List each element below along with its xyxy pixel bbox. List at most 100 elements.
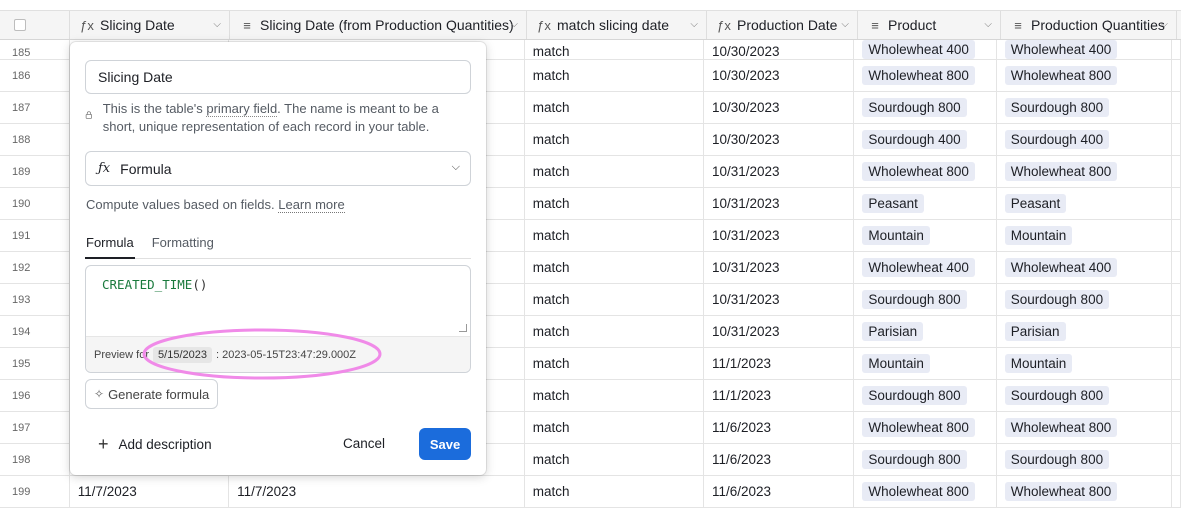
linked-record-pill[interactable]: Wholewheat 800 xyxy=(862,162,975,181)
row-number[interactable]: 192 xyxy=(0,252,70,283)
cell-overflow[interactable] xyxy=(1172,220,1181,251)
cell-overflow[interactable] xyxy=(1172,60,1181,91)
cell-match-slicing-date[interactable]: match xyxy=(525,188,704,219)
cell-overflow[interactable] xyxy=(1172,476,1181,507)
cell-production-quantities[interactable]: Wholewheat 800 xyxy=(997,60,1172,91)
cell-production-quantities[interactable]: Sourdough 800 xyxy=(997,284,1172,315)
cell-production-quantities[interactable]: Peasant xyxy=(997,188,1172,219)
linked-record-pill[interactable]: Mountain xyxy=(1004,226,1073,245)
linked-record-pill[interactable]: Mountain xyxy=(862,354,930,373)
cell-product[interactable]: Sourdough 800 xyxy=(854,380,997,411)
cell-product[interactable]: Mountain xyxy=(854,348,997,379)
chevron-down-icon[interactable]: ⌵ xyxy=(690,19,698,30)
row-number[interactable]: 188 xyxy=(0,124,70,155)
chevron-down-icon[interactable]: ⌵ xyxy=(213,19,221,30)
row-number[interactable]: 191 xyxy=(0,220,70,251)
cell-production-date[interactable]: 11/6/2023 xyxy=(704,476,855,507)
cell-product[interactable]: Wholewheat 400 xyxy=(854,40,997,59)
chevron-down-icon[interactable]: ⌵ xyxy=(841,19,849,30)
linked-record-pill[interactable]: Wholewheat 800 xyxy=(862,66,975,85)
formula-editor[interactable]: CREATED_TIME() Preview for 5/15/2023 : 2… xyxy=(85,265,471,373)
cell-match-slicing-date[interactable]: match xyxy=(525,476,704,507)
cell-product[interactable]: Wholewheat 800 xyxy=(854,156,997,187)
cell-production-quantities[interactable]: Wholewheat 400 xyxy=(997,252,1172,283)
row-number[interactable]: 187 xyxy=(0,92,70,123)
cell-product[interactable]: Wholewheat 400 xyxy=(854,252,997,283)
learn-more-link[interactable]: Learn more xyxy=(278,197,345,213)
cell-overflow[interactable] xyxy=(1172,348,1181,379)
column-header-slicing-date[interactable]: ƒx Slicing Date ⌵ xyxy=(70,11,230,39)
row-number[interactable]: 189 xyxy=(0,156,70,187)
cell-overflow[interactable] xyxy=(1172,188,1181,219)
row-number[interactable]: 194 xyxy=(0,316,70,347)
cell-product[interactable]: Parisian xyxy=(854,316,997,347)
resize-handle[interactable] xyxy=(459,324,467,332)
cell-production-quantities[interactable]: Mountain xyxy=(997,348,1172,379)
cell-match-slicing-date[interactable]: match xyxy=(525,380,704,411)
row-number[interactable]: 195 xyxy=(0,348,70,379)
linked-record-pill[interactable]: Sourdough 800 xyxy=(1004,450,1110,469)
cell-overflow[interactable] xyxy=(1172,252,1181,283)
cell-match-slicing-date[interactable]: match xyxy=(525,92,704,123)
tab-formatting[interactable]: Formatting xyxy=(151,235,215,259)
chevron-down-icon[interactable]: ⌵ xyxy=(1160,19,1168,30)
linked-record-pill[interactable]: Sourdough 400 xyxy=(862,130,967,149)
cell-match-slicing-date[interactable]: match xyxy=(525,156,704,187)
column-header-production-quantities[interactable]: ≡ Production Quantities ⌵ xyxy=(1001,11,1177,39)
cell-production-quantities[interactable]: Wholewheat 800 xyxy=(997,412,1172,443)
cell-product[interactable]: Sourdough 400 xyxy=(854,124,997,155)
cell-product[interactable]: Sourdough 800 xyxy=(854,92,997,123)
cell-production-quantities[interactable]: Sourdough 400 xyxy=(997,124,1172,155)
cell-overflow[interactable] xyxy=(1172,316,1181,347)
linked-record-pill[interactable]: Mountain xyxy=(1004,354,1073,373)
cancel-button[interactable]: Cancel xyxy=(343,436,385,451)
cell-production-date[interactable]: 10/31/2023 xyxy=(704,220,855,251)
select-all-checkbox[interactable] xyxy=(14,19,26,31)
cell-product[interactable]: Wholewheat 800 xyxy=(854,476,997,507)
linked-record-pill[interactable]: Wholewheat 800 xyxy=(862,418,975,437)
cell-production-date[interactable]: 10/30/2023 xyxy=(704,60,855,91)
cell-production-quantities[interactable]: Sourdough 800 xyxy=(997,92,1172,123)
cell-production-date[interactable]: 11/1/2023 xyxy=(704,380,855,411)
field-name-input[interactable]: Slicing Date xyxy=(85,60,471,94)
save-button[interactable]: Save xyxy=(419,428,471,460)
cell-product[interactable]: Sourdough 800 xyxy=(854,444,997,475)
linked-record-pill[interactable]: Peasant xyxy=(862,194,924,213)
row-number[interactable]: 198 xyxy=(0,444,70,475)
linked-record-pill[interactable]: Parisian xyxy=(1004,322,1066,341)
linked-record-pill[interactable]: Sourdough 800 xyxy=(862,290,967,309)
cell-match-slicing-date[interactable]: match xyxy=(525,40,704,59)
cell-slicing-date[interactable]: 11/7/2023 xyxy=(70,476,230,507)
row-number[interactable]: 185 xyxy=(0,40,70,59)
cell-production-date[interactable]: 10/30/2023 xyxy=(704,92,855,123)
linked-record-pill[interactable]: Wholewheat 800 xyxy=(1004,162,1118,181)
primary-field-link[interactable]: primary field xyxy=(206,101,278,117)
cell-production-date[interactable]: 11/6/2023 xyxy=(704,412,855,443)
cell-production-quantities[interactable]: Wholewheat 800 xyxy=(997,476,1172,507)
cell-match-slicing-date[interactable]: match xyxy=(525,60,704,91)
linked-record-pill[interactable]: Sourdough 800 xyxy=(862,450,967,469)
cell-production-quantities[interactable]: Sourdough 800 xyxy=(997,444,1172,475)
cell-production-date[interactable]: 10/31/2023 xyxy=(704,156,855,187)
linked-record-pill[interactable]: Sourdough 800 xyxy=(862,98,967,117)
field-type-select[interactable]: ƒx Formula ⌵ xyxy=(85,151,471,186)
cell-overflow[interactable] xyxy=(1172,444,1181,475)
cell-production-date[interactable]: 10/30/2023 xyxy=(704,124,855,155)
linked-record-pill[interactable]: Wholewheat 400 xyxy=(862,40,975,59)
formula-code[interactable]: CREATED_TIME() xyxy=(102,277,207,292)
cell-match-slicing-date[interactable]: match xyxy=(525,444,704,475)
row-number[interactable]: 199 xyxy=(0,476,70,507)
linked-record-pill[interactable]: Wholewheat 800 xyxy=(1004,482,1118,501)
cell-overflow[interactable] xyxy=(1172,284,1181,315)
cell-match-slicing-date[interactable]: match xyxy=(525,284,704,315)
cell-production-date[interactable]: 10/31/2023 xyxy=(704,316,855,347)
column-header-match-slicing-date[interactable]: ƒx match slicing date ⌵ xyxy=(527,11,707,39)
cell-overflow[interactable] xyxy=(1172,156,1181,187)
cell-overflow[interactable] xyxy=(1172,412,1181,443)
linked-record-pill[interactable]: Sourdough 800 xyxy=(862,386,967,405)
row-number[interactable]: 186 xyxy=(0,60,70,91)
cell-product[interactable]: Wholewheat 800 xyxy=(854,60,997,91)
column-header-slicing-date-lookup[interactable]: ≡ Slicing Date (from Production Quantiti… xyxy=(230,11,527,39)
column-header-product[interactable]: ≡ Product ⌵ xyxy=(858,11,1001,39)
cell-product[interactable]: Mountain xyxy=(854,220,997,251)
